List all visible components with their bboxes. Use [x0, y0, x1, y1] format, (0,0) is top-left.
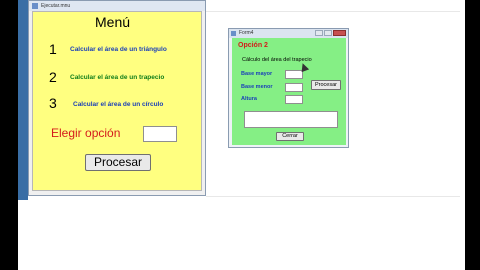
form-window-titlebar[interactable]: Form4: [229, 29, 348, 38]
letterbox-left: [0, 0, 18, 270]
main-menu-window[interactable]: Ejecutar.mnu Menú 1 Calcular el área de …: [28, 0, 206, 196]
base-menor-input[interactable]: [285, 83, 303, 92]
background-line: [206, 11, 460, 12]
option-number-2: 2: [49, 69, 57, 85]
minimize-button[interactable]: [315, 30, 323, 36]
base-menor-label: Base menor: [241, 84, 273, 90]
main-menu-panel: Menú 1 Calcular el área de un triángulo …: [32, 11, 202, 191]
altura-input[interactable]: [285, 95, 303, 104]
option-label-trapezoid: Calcular el área de un trapecio: [70, 74, 165, 81]
maximize-button[interactable]: [324, 30, 332, 36]
choose-option-label: Elegir opción: [51, 126, 121, 140]
close-window-button[interactable]: [333, 30, 346, 36]
option-label-triangle: Calcular el área de un triángulo: [70, 46, 167, 53]
base-mayor-input[interactable]: [285, 70, 303, 79]
option-number-1: 1: [49, 41, 57, 57]
app-icon: [32, 3, 38, 9]
option-label-circle: Calcular el área de un círculo: [73, 101, 164, 108]
option-input[interactable]: [143, 126, 177, 142]
main-window-titlebar[interactable]: Ejecutar.mnu: [29, 1, 205, 11]
trapezoid-form-panel: Opción 2 Cálculo del área del trapecio B…: [232, 38, 346, 145]
trapezoid-form-window[interactable]: Form4 Opción 2 Cálculo del área del trap…: [228, 28, 349, 148]
form-process-button[interactable]: Procesar: [311, 80, 341, 90]
app-icon: [231, 31, 236, 36]
option-number-3: 3: [49, 95, 57, 111]
option-title: Opción 2: [238, 42, 268, 49]
altura-label: Altura: [241, 96, 257, 102]
result-field[interactable]: [244, 111, 338, 128]
background-line: [206, 196, 460, 197]
main-window-title: Ejecutar.mnu: [41, 3, 71, 9]
close-button[interactable]: Cerrar: [276, 132, 304, 141]
form-window-title: Form4: [239, 30, 254, 36]
letterbox-right: [465, 0, 480, 270]
base-mayor-label: Base mayor: [241, 71, 273, 77]
calculation-description: Cálculo del área del trapecio: [242, 57, 312, 63]
desktop-strip: [18, 0, 28, 200]
process-button[interactable]: Procesar: [85, 154, 151, 171]
menu-title: Menú: [95, 14, 131, 30]
